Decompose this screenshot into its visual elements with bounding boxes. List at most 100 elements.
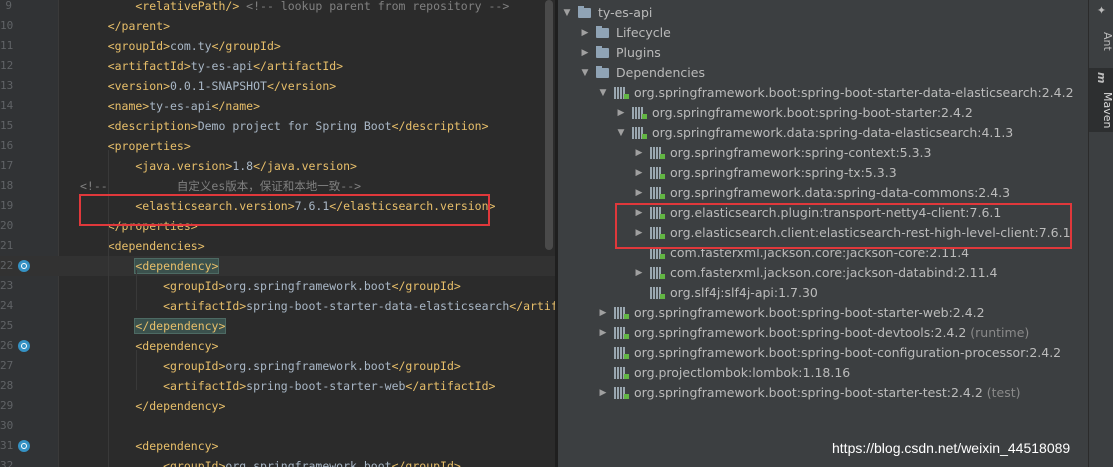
maven-node-label: org.projectlombok:lombok:1.18.16: [634, 365, 851, 380]
maven-tree-node[interactable]: ▶ org.springframework.data:spring-data-co…: [634, 183, 1088, 203]
code-line[interactable]: 21 <dependencies>: [0, 236, 555, 256]
code-token: <elasticsearch.version>: [80, 199, 295, 213]
code-line[interactable]: 11 <groupId>com.ty</groupId>: [0, 36, 555, 56]
expand-right-icon[interactable]: ▶: [634, 143, 644, 163]
line-number: 21: [0, 239, 14, 252]
code-line[interactable]: 16 <properties>: [0, 136, 555, 156]
expand-down-icon[interactable]: ▼: [616, 123, 626, 143]
maven-tree-node[interactable]: org.springframework.boot:spring-boot-con…: [598, 343, 1088, 363]
line-number: 9: [5, 0, 12, 12]
code-token: ty-es-api: [190, 59, 254, 73]
code-token: </parent>: [80, 19, 171, 33]
code-line[interactable]: 12 <artifactId>ty-es-api</artifactId>: [0, 56, 555, 76]
maven-tree-node[interactable]: ▶ org.elasticsearch.client:elasticsearch-…: [634, 223, 1088, 243]
code-line[interactable]: 10 </parent>: [0, 16, 555, 36]
maven-tree-node[interactable]: com.fasterxml.jackson.core:jackson-core:…: [634, 243, 1088, 263]
maven-tab[interactable]: m Maven: [1089, 68, 1113, 132]
expand-right-icon[interactable]: ▶: [634, 203, 644, 223]
code-line[interactable]: 14 <name>ty-es-api</name>: [0, 96, 555, 116]
code-token: </description>: [391, 119, 489, 133]
code-line[interactable]: 27 <groupId>org.springframework.boot</gr…: [0, 356, 555, 376]
expand-right-icon[interactable]: ▶: [598, 383, 608, 403]
code-line[interactable]: 26 <dependency>: [0, 336, 555, 356]
line-number: 14: [0, 99, 14, 112]
line-number: 10: [0, 19, 14, 32]
code-line[interactable]: 18 <!-- 自定义es版本，保证和本地一致-->: [0, 176, 555, 196]
code-line[interactable]: 31 <dependency>: [0, 436, 555, 456]
code-editor[interactable]: 9 <relativePath/> <!-- lookup parent fro…: [0, 0, 555, 467]
expand-right-icon[interactable]: ▶: [580, 23, 590, 43]
code-line[interactable]: 13 <version>0.0.1-SNAPSHOT</version>: [0, 76, 555, 96]
code-token: <artifactId>: [80, 299, 247, 313]
code-line[interactable]: 22 <dependency>: [0, 256, 555, 276]
code-text: <!-- 自定义es版本，保证和本地一致-->: [80, 176, 361, 196]
expand-right-icon[interactable]: ▶: [598, 323, 608, 343]
expand-right-icon[interactable]: ▶: [634, 223, 644, 243]
maven-tree-node[interactable]: ▶ org.elasticsearch.plugin:transport-nett…: [634, 203, 1088, 223]
maven-tree-node[interactable]: ▶ com.fasterxml.jackson.core:jackson-data…: [634, 263, 1088, 283]
line-number: 31: [0, 439, 14, 452]
maven-node-label: org.springframework.boot:spring-boot-sta…: [634, 305, 985, 320]
code-line[interactable]: 19 <elasticsearch.version>7.6.1</elastic…: [0, 196, 555, 216]
code-line[interactable]: 20 </properties>: [0, 216, 555, 236]
code-line[interactable]: 29 </dependency>: [0, 396, 555, 416]
maven-tree-node[interactable]: ▶ Plugins: [580, 43, 1088, 63]
code-text: </parent>: [80, 16, 170, 36]
code-text: <dependency>: [80, 436, 218, 456]
maven-icon: m: [1095, 71, 1108, 84]
code-text: <name>ty-es-api</name>: [80, 96, 260, 116]
code-token: <dependency>: [134, 258, 220, 274]
expand-down-icon[interactable]: ▼: [580, 63, 590, 83]
maven-tree-node[interactable]: ▶ org.springframework.boot:spring-boot-st…: [598, 383, 1088, 403]
code-token: </elasticsearch.version>: [329, 199, 496, 213]
code-token: 7.6.1: [294, 199, 330, 213]
expand-down-icon[interactable]: ▼: [598, 83, 608, 103]
dependency-icon: [650, 207, 665, 219]
maven-tree-node[interactable]: org.slf4j:slf4j-api:1.7.30: [634, 283, 1088, 303]
maven-tree-node[interactable]: ▶ Lifecycle: [580, 23, 1088, 43]
maven-tree-node[interactable]: ▶ org.springframework.boot:spring-boot-st…: [598, 303, 1088, 323]
maven-node-label: ty-es-api: [598, 5, 653, 20]
maven-tool-window[interactable]: ▼ ty-es-api ▶ Lifecycle ▶ Plugins ▼ Dependencie…: [558, 0, 1088, 467]
expand-right-icon[interactable]: ▶: [634, 183, 644, 203]
code-line[interactable]: 28 <artifactId>spring-boot-starter-web</…: [0, 376, 555, 396]
expand-right-icon[interactable]: ▶: [616, 103, 626, 123]
code-token: </groupId>: [211, 39, 281, 53]
dependency-icon: [650, 287, 665, 299]
code-text: </dependency>: [80, 396, 225, 416]
code-line[interactable]: 9 <relativePath/> <!-- lookup parent fro…: [0, 0, 555, 16]
maven-tree-node[interactable]: ▼ org.springframework.data:spring-data-el…: [616, 123, 1088, 143]
code-line[interactable]: 15 <description>Demo project for Spring …: [0, 116, 555, 136]
dependency-icon: [614, 307, 629, 319]
maven-tree-node[interactable]: ▶ org.springframework:spring-tx:5.3.3: [634, 163, 1088, 183]
code-line[interactable]: 32 <groupId>org.springframework.boot</gr…: [0, 456, 555, 467]
expand-right-icon[interactable]: ▶: [580, 43, 590, 63]
code-line[interactable]: 24 <artifactId>spring-boot-starter-data-…: [0, 296, 555, 316]
code-line[interactable]: 30: [0, 416, 555, 436]
maven-tree-node[interactable]: ▼ org.springframework.boot:spring-boot-st…: [598, 83, 1088, 103]
ant-tab[interactable]: ✦ Ant: [1089, 4, 1113, 60]
code-text: <description>Demo project for Spring Boo…: [80, 116, 489, 136]
maven-tree-node[interactable]: ▶ org.springframework.boot:spring-boot-de…: [598, 323, 1088, 343]
expand-right-icon[interactable]: ▶: [634, 163, 644, 183]
expand-down-icon[interactable]: ▼: [562, 3, 572, 23]
code-token: <description>: [80, 119, 198, 133]
dependency-icon: [650, 267, 665, 279]
code-line[interactable]: 25 </dependency>: [0, 316, 555, 336]
code-line[interactable]: 17 <java.version>1.8</java.version>: [0, 156, 555, 176]
maven-tree-node[interactable]: org.projectlombok:lombok:1.18.16: [598, 363, 1088, 383]
code-line[interactable]: 23 <groupId>org.springframework.boot</gr…: [0, 276, 555, 296]
expand-right-icon[interactable]: ▶: [598, 303, 608, 323]
maven-tree-node[interactable]: ▶ org.springframework.boot:spring-boot-st…: [616, 103, 1088, 123]
maven-tree-node[interactable]: ▶ org.springframework:spring-context:5.3.…: [634, 143, 1088, 163]
override-icon[interactable]: [18, 340, 30, 352]
maven-tree-node[interactable]: ▼ ty-es-api: [562, 3, 1082, 23]
override-icon[interactable]: [18, 440, 30, 452]
maven-node-label: org.elasticsearch.plugin:transport-netty…: [670, 205, 1002, 220]
editor-scrollbar[interactable]: [545, 0, 553, 250]
override-icon[interactable]: [18, 260, 30, 272]
code-token: com.ty: [170, 39, 212, 53]
expand-right-icon[interactable]: ▶: [634, 263, 644, 283]
maven-tree-node[interactable]: ▼ Dependencies: [580, 63, 1088, 83]
line-number: 28: [0, 379, 14, 392]
